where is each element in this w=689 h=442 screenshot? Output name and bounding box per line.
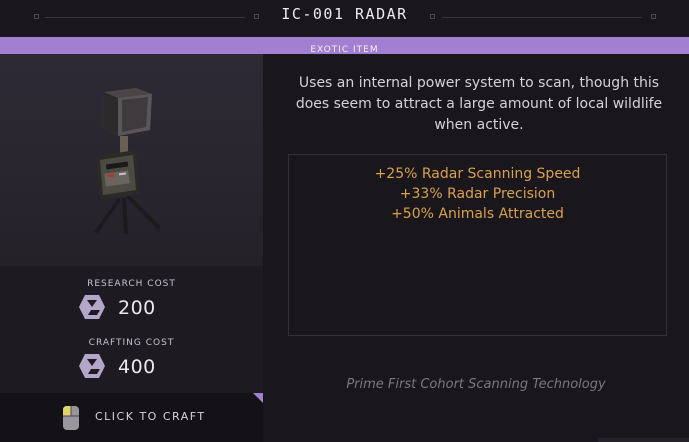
stats-list: +25% Radar Scanning Speed +33% Radar Pre… (289, 164, 666, 224)
craft-button[interactable]: CLICK TO CRAFT (0, 393, 263, 442)
header-divider-right (442, 17, 642, 18)
radar-device-icon (94, 88, 161, 234)
flavor-text: Prime First Cohort Scanning Technology (346, 377, 606, 392)
stats-box: +25% Radar Scanning Speed +33% Radar Pre… (288, 154, 667, 336)
stat-line: +33% Radar Precision (399, 186, 556, 202)
header-decoration (651, 14, 656, 19)
research-cost-label: RESEARCH COST (87, 279, 176, 289)
currency-icon (79, 295, 105, 319)
title-bar: IC-001 RADAR (0, 0, 689, 37)
stat-line: +50% Animals Attracted (391, 206, 564, 222)
mouse-left-click-icon (63, 406, 79, 430)
header-decoration (430, 14, 435, 19)
rarity-corner-marker (253, 393, 263, 403)
crafting-cost-value: 400 (118, 356, 156, 378)
crafting-cost-label: CRAFTING COST (88, 338, 175, 348)
rarity-banner: EXOTIC ITEM (0, 37, 689, 55)
item-panel: RESEARCH COST 200 CRAFTING COST 400 CLIC… (0, 54, 263, 442)
item-preview (0, 54, 263, 266)
currency-icon (79, 354, 105, 378)
craft-button-label: CLICK TO CRAFT (95, 410, 206, 423)
details-panel: Uses an internal power system to scan, t… (263, 54, 689, 442)
item-title: IC-001 RADAR (281, 5, 408, 23)
item-description: Uses an internal power system to scan, t… (295, 75, 663, 133)
panel-edge (598, 438, 689, 442)
research-cost-value: 200 (118, 297, 156, 319)
stat-line: +25% Radar Scanning Speed (374, 166, 581, 182)
